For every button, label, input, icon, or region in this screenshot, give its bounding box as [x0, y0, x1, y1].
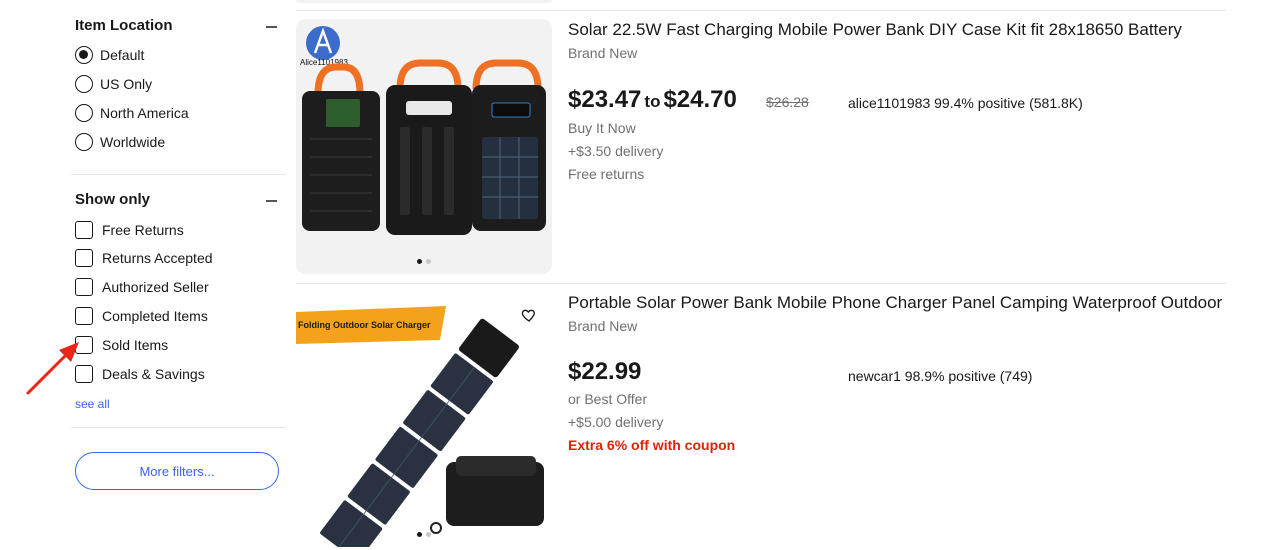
location-option-label: Default — [100, 47, 145, 63]
buy-format: Buy It Now — [568, 120, 636, 136]
watchlist-heart-icon[interactable] — [514, 300, 544, 330]
delivery-cost: +$3.50 delivery — [568, 143, 664, 159]
collapse-item-location-icon[interactable] — [266, 26, 277, 28]
carousel-dot[interactable] — [417, 259, 422, 264]
location-option-north-america[interactable]: North America — [75, 103, 189, 123]
listing-price: $23.47 to $24.70 — [568, 86, 737, 114]
checkbox-icon[interactable] — [75, 278, 93, 296]
delivery-cost: +$5.00 delivery — [568, 414, 664, 430]
previous-listing-image-edge — [296, 0, 552, 3]
filter-divider — [71, 174, 286, 175]
solar-charger-product-image: Folding Outdoor Solar Charger — [296, 292, 552, 547]
returns-info: Free returns — [568, 166, 645, 182]
carousel-dot[interactable] — [426, 532, 431, 537]
collapse-show-only-icon[interactable] — [266, 200, 277, 202]
item-location-heading: Item Location — [75, 17, 173, 34]
radio-icon[interactable] — [75, 104, 93, 122]
listing-condition: Brand New — [568, 318, 638, 334]
filter-divider — [71, 427, 286, 428]
listing-divider — [296, 10, 1226, 11]
checkbox-icon[interactable] — [75, 221, 93, 239]
image-banner-text: Folding Outdoor Solar Charger — [298, 320, 431, 330]
image-carousel-dots[interactable] — [296, 259, 552, 264]
seller-info: newcar1 98.9% positive (749) — [848, 368, 1033, 384]
filter-label: Sold Items — [102, 337, 169, 353]
carousel-dot[interactable] — [426, 259, 431, 264]
power-bank-product-image: Alice1101983 — [296, 19, 552, 274]
filter-free-returns[interactable]: Free Returns — [75, 220, 184, 240]
buy-format: or Best Offer — [568, 391, 648, 407]
checkbox-icon[interactable] — [75, 307, 93, 325]
price-separator: to — [644, 92, 661, 111]
radio-icon[interactable] — [75, 133, 93, 151]
filter-label: Returns Accepted — [102, 250, 213, 266]
listing-image-solar-charger[interactable]: Folding Outdoor Solar Charger — [296, 292, 552, 547]
listing-condition: Brand New — [568, 45, 638, 61]
filter-label: Authorized Seller — [102, 279, 209, 295]
location-option-default[interactable]: Default — [75, 45, 144, 65]
checkbox-icon[interactable] — [75, 249, 93, 267]
listing-divider — [296, 283, 1226, 284]
filter-label: Free Returns — [102, 222, 184, 238]
radio-icon[interactable] — [75, 75, 93, 93]
filters-sidebar: Item Location Default US Only North Amer… — [0, 0, 290, 550]
location-option-label: Worldwide — [100, 134, 166, 150]
listing-image-power-bank[interactable]: Alice1101983 — [296, 19, 552, 274]
original-price: $26.28 — [766, 94, 809, 110]
seller-info: alice1101983 99.4% positive (581.8K) — [848, 95, 1083, 111]
filter-label: Deals & Savings — [102, 366, 205, 382]
price-high: $24.70 — [663, 86, 737, 113]
filter-returns-accepted[interactable]: Returns Accepted — [75, 248, 213, 268]
location-option-label: North America — [100, 105, 189, 121]
coupon-offer[interactable]: Extra 6% off with coupon — [568, 437, 735, 453]
location-option-worldwide[interactable]: Worldwide — [75, 132, 165, 152]
price-low: $23.47 — [568, 86, 642, 113]
more-filters-button[interactable]: More filters... — [75, 452, 279, 490]
listing-price: $22.99 — [568, 358, 642, 385]
annotation-arrow-icon — [26, 342, 79, 395]
filter-label: Completed Items — [102, 308, 208, 324]
location-option-us-only[interactable]: US Only — [75, 74, 152, 94]
filter-deals-savings[interactable]: Deals & Savings — [75, 364, 205, 384]
show-only-heading: Show only — [75, 191, 150, 208]
location-option-label: US Only — [100, 76, 153, 92]
listing-title[interactable]: Portable Solar Power Bank Mobile Phone C… — [568, 293, 1222, 313]
image-carousel-dots[interactable] — [296, 532, 552, 537]
filter-completed-items[interactable]: Completed Items — [75, 306, 208, 326]
filter-authorized-seller[interactable]: Authorized Seller — [75, 277, 209, 297]
listing-title[interactable]: Solar 22.5W Fast Charging Mobile Power B… — [568, 20, 1182, 40]
radio-selected-icon[interactable] — [75, 46, 93, 64]
carousel-dot[interactable] — [417, 532, 422, 537]
